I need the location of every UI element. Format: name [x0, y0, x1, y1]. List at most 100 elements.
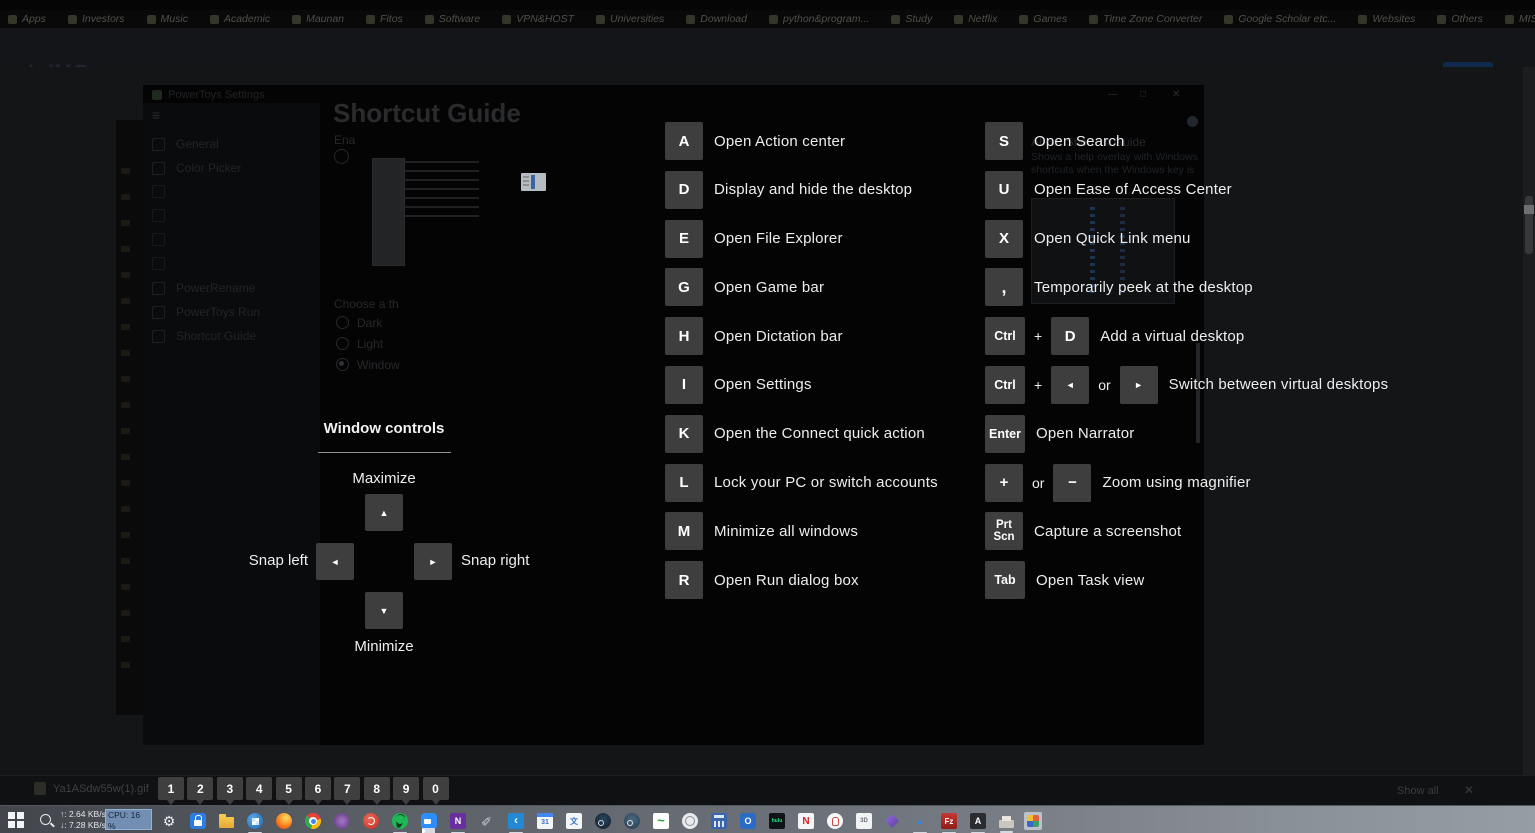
desmos-icon[interactable] — [653, 813, 669, 829]
shortcut-row: D Display and hide the desktop — [665, 170, 938, 209]
sidebar-item-powertoys-run[interactable]: PowerToys Run — [152, 305, 260, 319]
sidebar-item-color-picker[interactable]: Color Picker — [152, 161, 241, 175]
hamburger-icon[interactable]: ≡ — [152, 107, 160, 123]
shortcut-row: L Lock your PC or switch accounts — [665, 463, 938, 502]
color-picker-icon — [152, 161, 165, 175]
netflix-icon[interactable] — [798, 813, 814, 829]
steam-icon[interactable] — [595, 813, 611, 829]
shortcut-row: Ctrl + D Add a virtual desktop — [985, 317, 1388, 356]
shortcut-guide-icon — [152, 329, 165, 343]
blue-triangle-app-icon[interactable] — [912, 813, 928, 833]
key-k: K — [665, 414, 703, 453]
hulu-icon[interactable] — [769, 813, 785, 829]
emblem-app-icon[interactable] — [682, 813, 698, 829]
bookmark-item[interactable]: Universities — [596, 13, 664, 25]
network-speed-indicator[interactable]: ↑: 2.64 KB/s ↓: 7.28 KB/s — [60, 809, 106, 831]
calendar-icon[interactable] — [537, 813, 553, 829]
onenote-icon[interactable] — [450, 813, 466, 833]
bookmark-item[interactable]: Games — [1019, 13, 1067, 25]
radio-dark[interactable] — [336, 316, 349, 329]
shortcut-row: U Open Ease of Access Center — [985, 170, 1388, 209]
key-m: M — [665, 512, 703, 551]
tor-browser-icon[interactable] — [334, 813, 350, 829]
spotify-icon[interactable] — [392, 813, 408, 833]
purple-crystal-icon[interactable] — [885, 814, 899, 828]
outlook-icon[interactable] — [740, 813, 756, 829]
search-icon[interactable] — [40, 814, 51, 825]
bookmark-item[interactable]: Academic — [209, 13, 270, 25]
red-app-icon[interactable] — [363, 813, 379, 829]
bookmark-item[interactable]: Software — [424, 13, 480, 25]
sidebar-icon[interactable] — [152, 257, 165, 270]
radio-windows[interactable] — [336, 358, 349, 371]
settings-icon[interactable] — [161, 813, 177, 829]
favicon — [209, 14, 219, 24]
favicon — [768, 14, 778, 24]
microsoft-store-icon[interactable] — [190, 813, 206, 829]
bookmark-item[interactable]: Time Zone Converter — [1089, 13, 1202, 25]
chrome-icon[interactable] — [305, 813, 321, 829]
shortcut-row: H Open Dictation bar — [665, 317, 938, 356]
sidebar-icon[interactable] — [152, 185, 165, 198]
background-window-edge — [116, 120, 143, 715]
3d-app-icon[interactable] — [856, 813, 872, 829]
taskbar: ↑: 2.64 KB/s↓: 7.28 KB/s CPU: 16 %MEM: 5… — [0, 805, 1535, 833]
cpu-mem-monitor[interactable]: CPU: 16 %MEM: 51 % — [105, 809, 152, 833]
sidebar-icon[interactable] — [152, 233, 165, 246]
bookmark-item[interactable]: Music — [146, 13, 188, 25]
bookmark-item[interactable]: Google Scholar etc... — [1224, 13, 1336, 25]
pen-icon[interactable] — [479, 813, 495, 829]
bookmark-item[interactable]: Fitos — [366, 13, 403, 25]
start-button[interactable] — [8, 812, 24, 828]
printer-app-icon[interactable] — [999, 815, 1014, 833]
bookmark-item[interactable]: Others — [1437, 13, 1483, 25]
bookmark-item[interactable]: Study — [891, 13, 932, 25]
downloaded-file-chip[interactable]: Ya1ASdw55w(1).gif ∨ — [34, 782, 170, 795]
steam-alt-icon[interactable] — [624, 813, 640, 829]
page-scrollbar[interactable] — [1523, 67, 1535, 775]
shortcut-row: E Open File Explorer — [665, 219, 938, 258]
active-app-highlight[interactable] — [1024, 812, 1042, 830]
divider — [318, 452, 451, 453]
hint-key-9: 9 — [393, 777, 420, 805]
vscode-icon[interactable] — [508, 813, 524, 833]
bookmark-item[interactable]: python&program... — [768, 13, 869, 25]
filezilla-icon[interactable] — [941, 813, 957, 833]
show-all-downloads-link[interactable]: Show all — [1397, 785, 1439, 797]
close-window-icon[interactable]: ✕ — [1172, 89, 1180, 100]
bookmark-item[interactable]: Apps — [8, 13, 46, 25]
sidebar-item-powerrename[interactable]: PowerRename — [152, 281, 255, 295]
close-downloads-bar-icon[interactable]: ✕ — [1464, 783, 1474, 797]
bookmark-item[interactable]: Websites — [1358, 13, 1415, 25]
enable-toggle[interactable] — [334, 149, 349, 164]
bookmark-item[interactable]: Netflix — [954, 13, 997, 25]
sidebar-icon[interactable] — [152, 209, 165, 222]
window-title: PowerToys Settings — [168, 89, 265, 101]
shortcut-row: , Temporarily peek at the desktop — [985, 268, 1388, 307]
bookmark-item[interactable]: Investors — [67, 13, 125, 25]
bookmark-item[interactable]: MIS — [1504, 13, 1535, 25]
translate-icon[interactable] — [566, 813, 582, 829]
shortcut-row: + or − Zoom using magnifier — [985, 463, 1388, 502]
file-explorer-icon[interactable] — [219, 814, 234, 828]
sidebar-item-general[interactable]: General — [152, 137, 219, 151]
left-arrow-key: ◄ — [316, 543, 354, 580]
bookmark-item[interactable]: Maunan — [292, 13, 344, 25]
maximize-window-icon[interactable]: □ — [1140, 89, 1146, 100]
powertoys-icon[interactable] — [1027, 815, 1039, 827]
apps-grid-icon — [8, 14, 17, 24]
minimize-window-icon[interactable]: — — [1108, 89, 1118, 100]
radio-light[interactable] — [336, 337, 349, 350]
sidebar-item-shortcut-guide[interactable]: Shortcut Guide — [152, 329, 256, 343]
acrobat-icon[interactable] — [970, 813, 986, 833]
bookmark-item[interactable]: VPN&HOST — [502, 13, 574, 25]
right-arrow-key: ► — [1119, 365, 1158, 404]
bookmark-item[interactable]: Download — [686, 13, 747, 25]
bookmarks-bar: Apps Investors Music Academic Maunan Fit… — [0, 10, 1535, 28]
zoom-icon[interactable] — [421, 813, 437, 833]
hint-key-6: 6 — [304, 777, 331, 805]
firefox-icon[interactable] — [276, 813, 292, 829]
edge-icon[interactable] — [247, 813, 263, 833]
dental-app-icon[interactable] — [827, 813, 843, 829]
calculator-icon[interactable] — [711, 813, 727, 829]
